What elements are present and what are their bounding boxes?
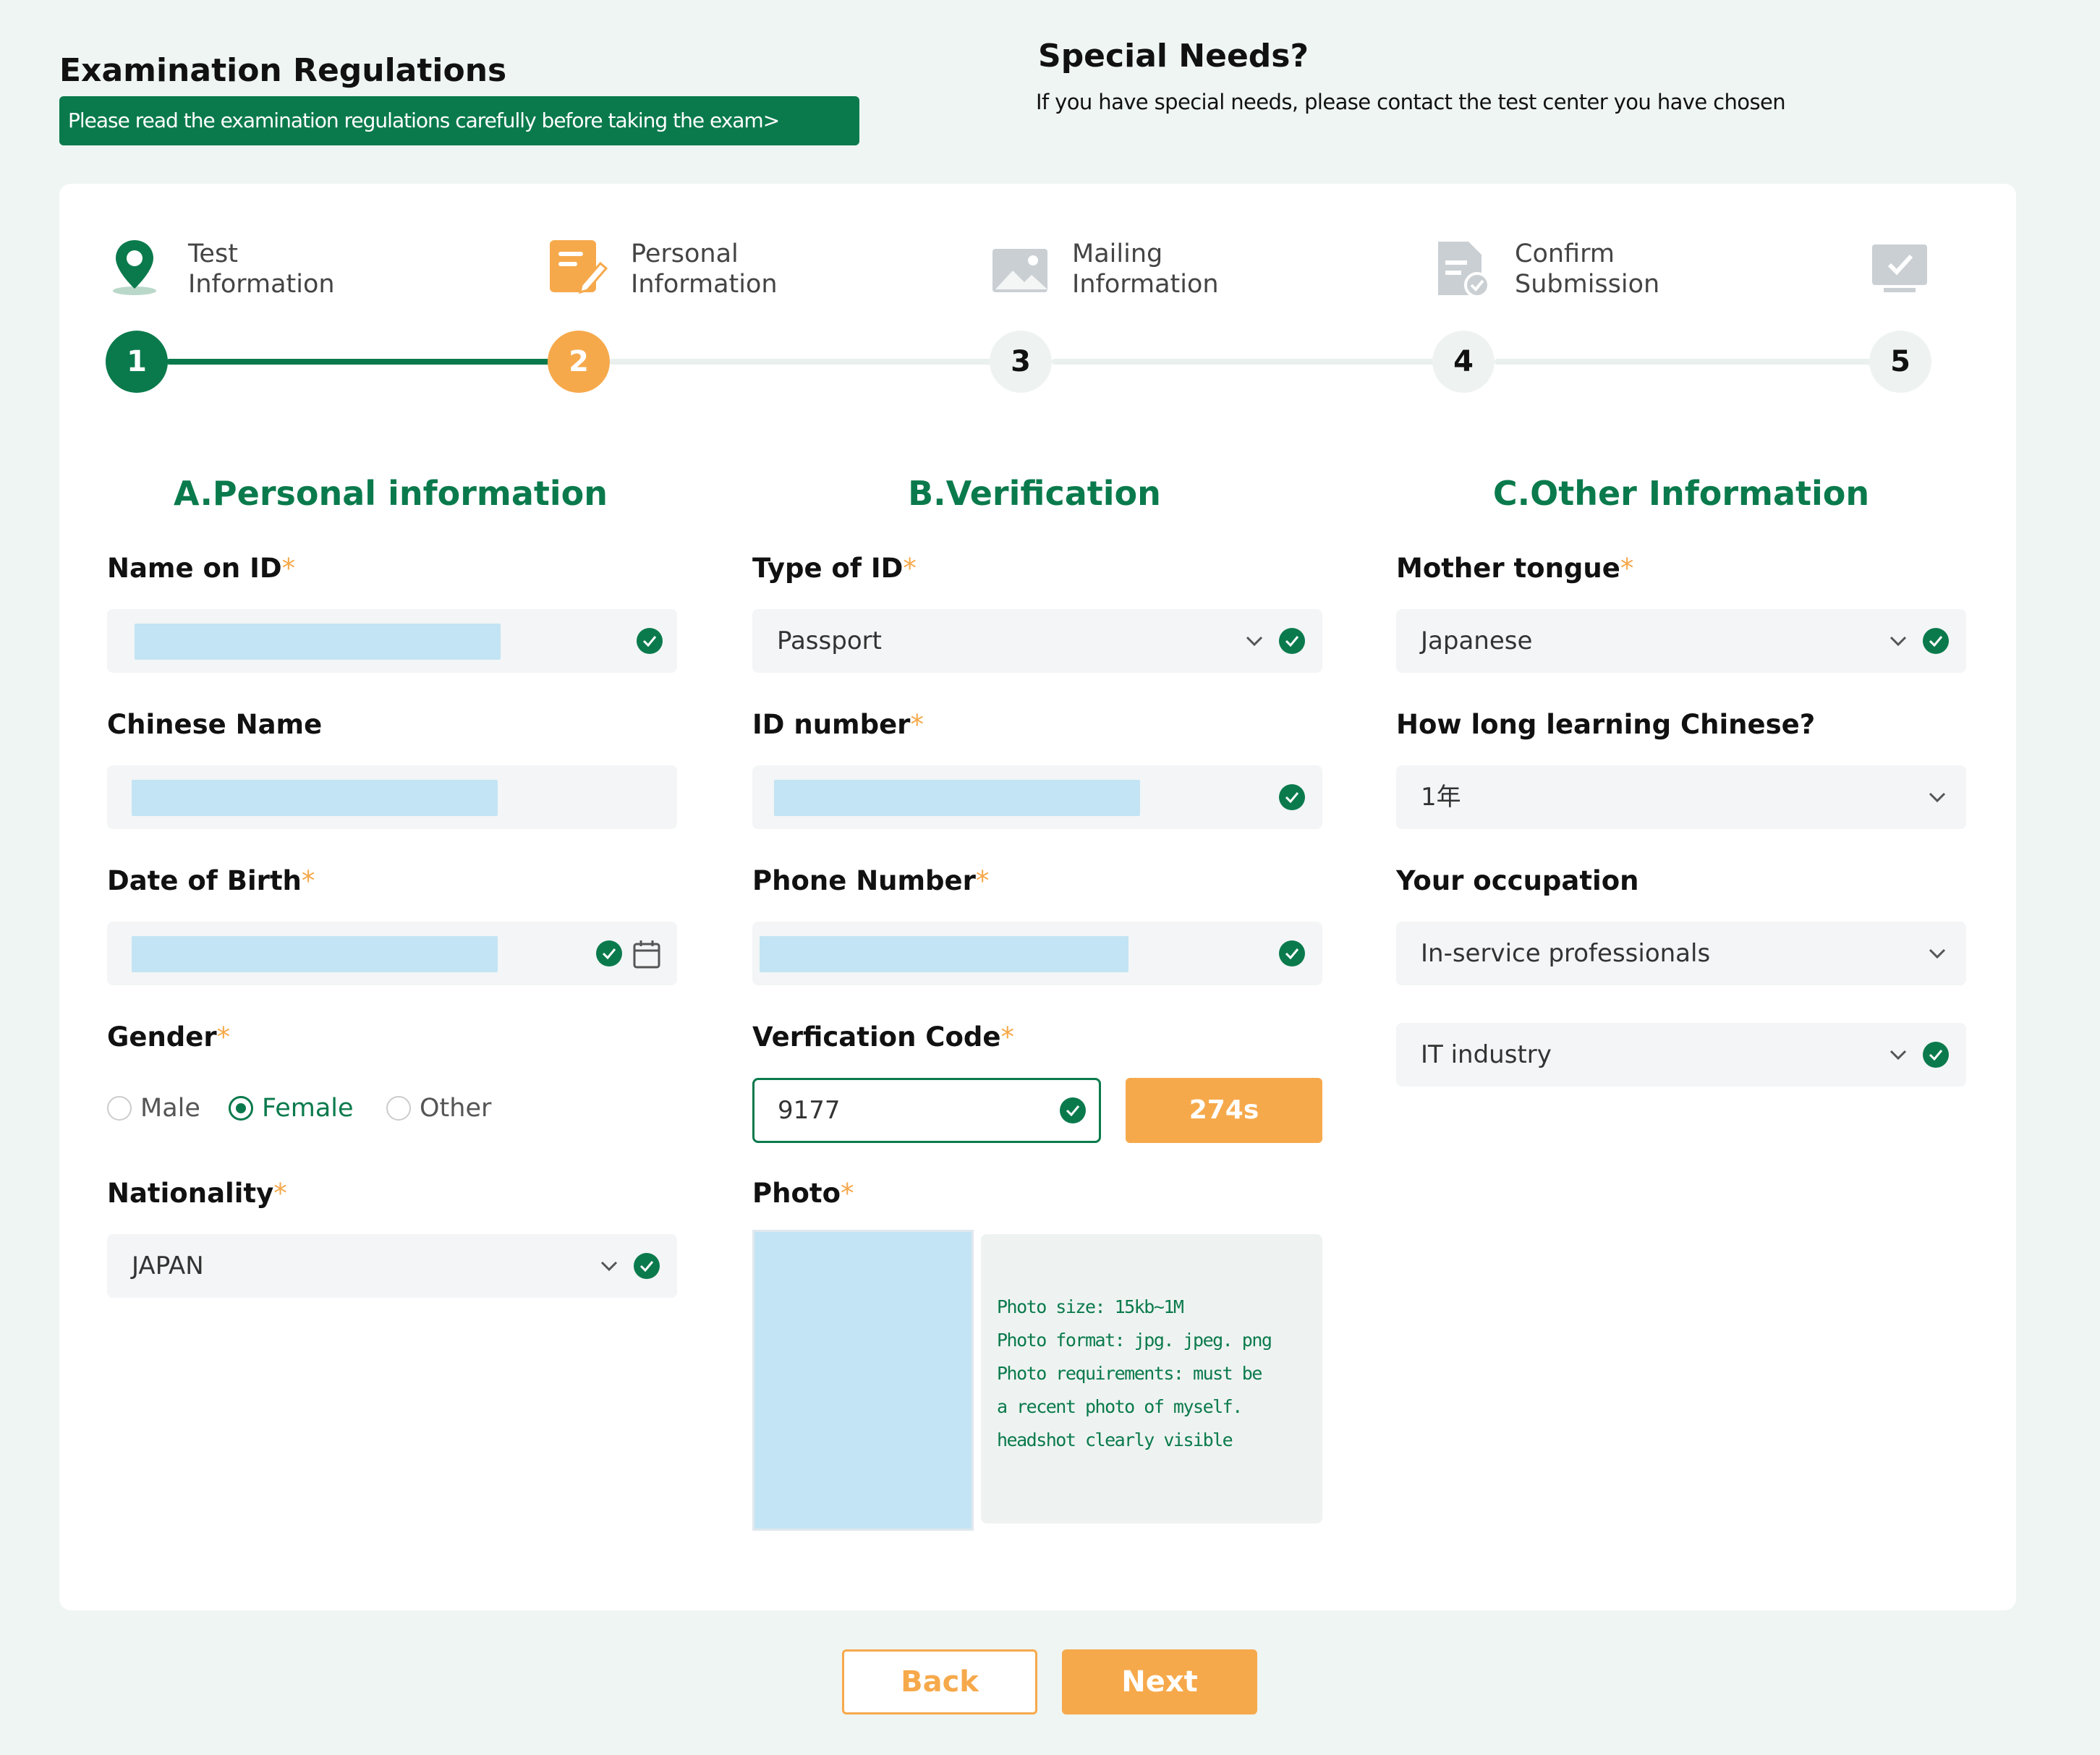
step-connector-3-4 <box>1052 359 1435 365</box>
name-on-id-input[interactable] <box>107 609 677 673</box>
step-label-test-information: Test Information <box>188 239 335 299</box>
id-type-label: Type of ID* <box>752 553 917 584</box>
learning-duration-label: How long learning Chinese? <box>1396 709 1816 740</box>
id-number-input[interactable] <box>752 765 1322 829</box>
radio-circle <box>229 1096 253 1121</box>
gender-radio-female[interactable]: Female <box>229 1094 354 1123</box>
step-circle-1[interactable]: 1 <box>106 331 168 393</box>
name-on-id-label: Name on ID* <box>107 553 296 584</box>
chinese-name-label: Chinese Name <box>107 709 323 740</box>
chevron-down-icon <box>1885 1042 1911 1068</box>
next-button[interactable]: Next <box>1062 1649 1257 1714</box>
phone-label: Phone Number* <box>752 865 990 896</box>
step-label-personal-information: Personal Information <box>631 239 778 299</box>
learning-duration-select[interactable]: 1年 <box>1396 765 1966 829</box>
valid-check-icon <box>1060 1097 1086 1123</box>
phone-input[interactable] <box>752 922 1322 985</box>
photo-requirements: Photo size: 15kb~1M Photo format: jpg. j… <box>981 1234 1322 1524</box>
resend-code-timer-button[interactable]: 274s <box>1126 1078 1322 1143</box>
gender-radio-other[interactable]: Other <box>386 1094 491 1123</box>
chinese-name-input[interactable] <box>107 765 677 829</box>
valid-check-icon <box>1279 940 1305 966</box>
valid-check-icon <box>596 940 622 966</box>
step-circle-3[interactable]: 3 <box>990 331 1052 393</box>
monitor-check-icon <box>1869 239 1930 299</box>
redacted-value <box>760 936 1128 972</box>
valid-check-icon <box>1923 628 1949 654</box>
step-label-mailing-information: Mailing Information <box>1072 239 1219 299</box>
special-needs-title: Special Needs? <box>1038 38 1309 75</box>
id-type-select[interactable]: Passport <box>752 609 1322 673</box>
redacted-value <box>132 780 498 816</box>
step-label-confirm-submission: Confirm Submission <box>1515 239 1660 299</box>
section-title-verification: B.Verification <box>908 474 1161 513</box>
step-connector-1-2 <box>166 359 550 365</box>
radio-circle <box>107 1096 132 1121</box>
verification-code-label: Verfication Code* <box>752 1021 1014 1053</box>
radio-circle <box>386 1096 411 1121</box>
dob-label: Date of Birth* <box>107 865 315 896</box>
nationality-select[interactable]: JAPAN <box>107 1234 677 1298</box>
step-connector-4-5 <box>1495 359 1878 365</box>
back-button[interactable]: Back <box>842 1649 1037 1714</box>
id-number-label: ID number* <box>752 709 924 740</box>
chevron-down-icon <box>596 1253 622 1279</box>
document-check-icon <box>1432 239 1493 299</box>
industry-select[interactable]: IT industry <box>1396 1023 1966 1087</box>
section-title-other: C.Other Information <box>1492 474 1870 513</box>
step-circle-2[interactable]: 2 <box>548 331 610 393</box>
special-needs-text: If you have special needs, please contac… <box>1036 90 1786 114</box>
valid-check-icon <box>634 1253 660 1279</box>
verification-code-input[interactable]: 9177 <box>752 1078 1101 1143</box>
occupation-select[interactable]: In-service professionals <box>1396 922 1966 985</box>
photo-upload[interactable] <box>752 1230 974 1531</box>
photo-label: Photo* <box>752 1178 854 1209</box>
gender-radio-male[interactable]: Male <box>107 1094 200 1123</box>
valid-check-icon <box>637 628 663 654</box>
valid-check-icon <box>1279 628 1305 654</box>
gender-label: Gender* <box>107 1021 231 1053</box>
chevron-down-icon <box>1924 784 1950 810</box>
valid-check-icon <box>1279 784 1305 810</box>
occupation-label: Your occupation <box>1396 865 1639 896</box>
mother-tongue-label: Mother tongue* <box>1396 553 1634 584</box>
valid-check-icon <box>1923 1042 1949 1068</box>
step-circle-4[interactable]: 4 <box>1432 331 1495 393</box>
redacted-value <box>132 936 498 972</box>
step-circle-5[interactable]: 5 <box>1869 331 1931 393</box>
location-pin-icon <box>104 236 165 297</box>
step-connector-2-3 <box>609 359 992 365</box>
calendar-icon[interactable] <box>632 939 660 969</box>
mother-tongue-select[interactable]: Japanese <box>1396 609 1966 673</box>
redacted-value <box>774 780 1140 816</box>
redacted-value <box>135 624 501 660</box>
edit-form-icon <box>547 236 608 297</box>
chevron-down-icon <box>1241 628 1267 654</box>
regulations-banner-link[interactable]: Please read the examination regulations … <box>59 96 859 145</box>
mail-image-icon <box>990 239 1050 299</box>
chevron-down-icon <box>1885 628 1911 654</box>
nationality-label: Nationality* <box>107 1178 287 1209</box>
chevron-down-icon <box>1924 940 1950 966</box>
regulations-title: Examination Regulations <box>59 52 507 89</box>
dob-input[interactable] <box>107 922 677 985</box>
section-title-personal: A.Personal information <box>174 474 608 513</box>
